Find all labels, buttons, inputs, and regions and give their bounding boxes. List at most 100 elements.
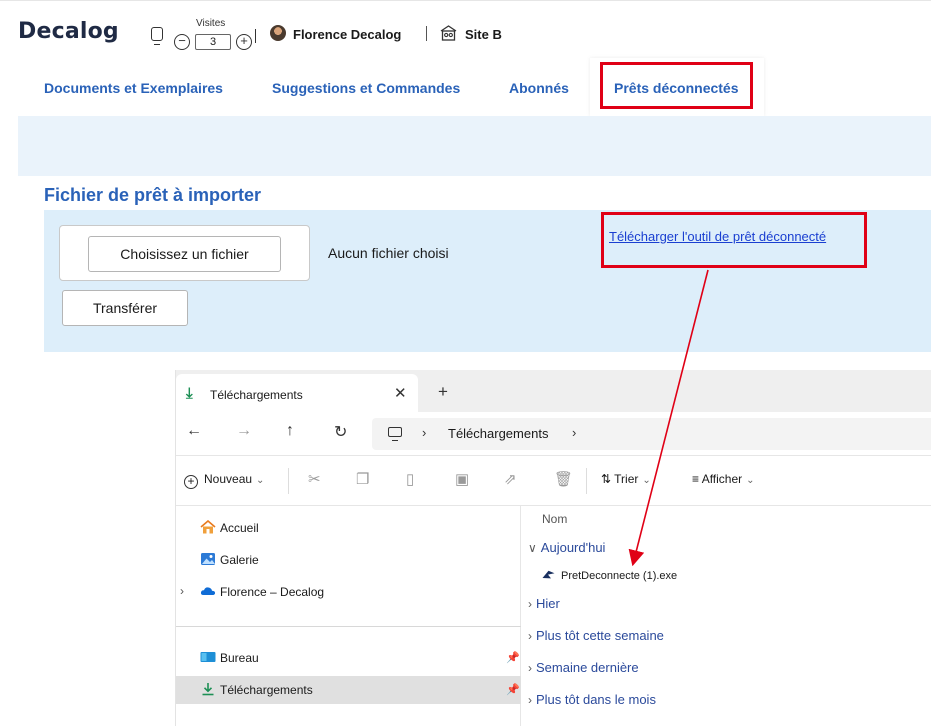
explorer-nav-pane: Accueil Galerie › Florence – Decalog Bur… (176, 506, 521, 726)
file-explorer-window: ⤓ Téléchargements ✕ + ← → ↑ ↻ › Téléchar… (175, 370, 931, 726)
view-button-label: Afficher (701, 472, 743, 486)
chevron-right-icon: › (422, 425, 427, 440)
file-row-pretdeconnecte[interactable]: PretDeconnecte (1).exe (542, 570, 677, 582)
main-tabs: Documents et Exemplaires Suggestions et … (0, 58, 931, 116)
visits-increment-button[interactable]: + (236, 34, 252, 50)
toolbar-divider (586, 468, 587, 494)
download-icon: ⤓ (186, 385, 193, 402)
group-label: Plus tôt dans le mois (536, 692, 656, 707)
group-plus-tot-dans-le-mois[interactable]: › Plus tôt dans le mois (528, 692, 656, 707)
delete-icon[interactable]: 🗑 (554, 470, 573, 488)
nav-item-label: Florence – Decalog (220, 585, 325, 599)
library-site-icon (440, 25, 457, 41)
cut-icon[interactable]: ✂ (308, 470, 321, 488)
up-arrow-icon[interactable]: ↑ (286, 422, 294, 440)
site-name[interactable]: Site B (465, 27, 502, 42)
address-path: Téléchargements (448, 426, 549, 441)
visits-count-input[interactable]: 3 (195, 34, 231, 50)
logo-text: Decalog (18, 19, 119, 44)
top-bar: Decalog Visites − 3 + Florence Decalog S… (0, 0, 931, 52)
refresh-icon[interactable]: ↻ (334, 422, 347, 442)
sort-button[interactable]: ⇅ Trier ⌄ (601, 472, 651, 486)
visits-divider (255, 29, 256, 43)
plus-circle-icon: + (184, 475, 198, 489)
toolbar-divider (288, 468, 289, 494)
tab-suggestions-commandes[interactable]: Suggestions et Commandes (272, 80, 460, 96)
chevron-right-icon: › (528, 661, 532, 675)
nav-item-label: Téléchargements (220, 683, 313, 697)
nav-pane-divider (176, 626, 521, 627)
download-icon (202, 683, 214, 696)
close-icon[interactable]: ✕ (394, 384, 407, 402)
chevron-down-icon: ∨ (528, 541, 537, 555)
tab-documents-exemplaires[interactable]: Documents et Exemplaires (44, 80, 223, 96)
transfer-button[interactable]: Transférer (62, 290, 188, 326)
chevron-right-icon: › (572, 425, 577, 440)
decalog-logo[interactable]: Decalog (18, 19, 119, 44)
visits-decrement-button[interactable]: − (174, 34, 190, 50)
explorer-tab-label: Téléchargements (210, 388, 303, 402)
nav-item-accueil[interactable]: Accueil (176, 514, 521, 542)
share-icon[interactable]: ⇗ (504, 470, 517, 488)
desktop-icon (200, 652, 216, 662)
chevron-down-icon: ⌄ (746, 475, 755, 486)
nav-item-label: Accueil (220, 521, 259, 535)
visits-counter-icon (151, 27, 163, 45)
forward-arrow-icon[interactable]: → (236, 422, 252, 440)
copy-icon[interactable]: ❐ (356, 470, 369, 488)
back-arrow-icon[interactable]: ← (186, 422, 202, 440)
column-header-name[interactable]: Nom (542, 512, 567, 526)
visits-label: Visites (196, 18, 226, 29)
explorer-address-bar: ← → ↑ ↻ › Téléchargements › (176, 412, 931, 456)
chevron-right-icon: › (528, 597, 532, 611)
group-aujourdhui[interactable]: ∨ Aujourd'hui (528, 540, 605, 555)
new-tab-icon[interactable]: + (438, 382, 448, 402)
rename-icon[interactable]: ▣ (455, 470, 469, 488)
section-title: Fichier de prêt à importer (44, 185, 262, 205)
group-label: Hier (536, 596, 560, 611)
no-file-status: Aucun fichier choisi (328, 245, 449, 261)
highlight-box-link (601, 212, 867, 268)
nav-item-telechargements[interactable]: Téléchargements 📌 (176, 676, 521, 704)
nav-item-galerie[interactable]: Galerie (176, 546, 521, 574)
cloud-icon (200, 587, 216, 595)
address-field[interactable]: › Téléchargements › (372, 418, 931, 450)
group-label: Semaine dernière (536, 660, 639, 675)
explorer-toolbar: + Nouveau ⌄ ✂ ❐ ▯ ▣ ⇗ 🗑 ⇅ Trier ⌄ ≡ Affiche… (176, 456, 931, 506)
nav-item-label: Galerie (220, 553, 259, 567)
tab-abonnes[interactable]: Abonnés (509, 80, 569, 96)
file-name: PretDeconnecte (1).exe (561, 570, 678, 582)
chevron-right-icon[interactable]: › (180, 584, 184, 598)
header-divider (426, 26, 427, 41)
explorer-tab-downloads[interactable]: ⤓ Téléchargements ✕ (176, 374, 418, 412)
user-avatar[interactable] (270, 25, 286, 41)
choose-file-button[interactable]: Choisissez un fichier (88, 236, 281, 272)
chevron-right-icon: › (528, 693, 532, 707)
chevron-down-icon: ⌄ (256, 475, 265, 486)
computer-icon (388, 427, 402, 442)
view-button[interactable]: ≡ Afficher ⌄ (692, 472, 755, 486)
chevron-right-icon: › (528, 629, 532, 643)
pin-icon[interactable]: 📌 (506, 651, 520, 664)
nav-item-label: Bureau (220, 651, 259, 665)
group-semaine-derniere[interactable]: › Semaine dernière (528, 660, 639, 675)
highlight-box-tab (600, 62, 753, 109)
content-band (18, 116, 931, 176)
explorer-files-pane: Nom ∨ Aujourd'hui PretDeconnecte (1).exe … (522, 506, 931, 726)
sort-button-label: Trier (614, 472, 639, 486)
group-label: Aujourd'hui (540, 540, 606, 555)
new-button[interactable]: + Nouveau ⌄ (184, 472, 264, 489)
home-icon (200, 520, 216, 534)
executable-file-icon (542, 570, 555, 579)
chevron-down-icon: ⌄ (642, 475, 651, 486)
nav-item-bureau[interactable]: Bureau 📌 (176, 644, 521, 672)
new-button-label: Nouveau (204, 472, 253, 486)
pin-icon[interactable]: 📌 (506, 683, 520, 696)
user-name[interactable]: Florence Decalog (293, 27, 401, 42)
nav-item-onedrive[interactable]: › Florence – Decalog (176, 578, 521, 606)
paste-icon[interactable]: ▯ (406, 470, 414, 488)
explorer-title-bar: ⤓ Téléchargements ✕ + (176, 370, 931, 412)
group-plus-tot-cette-semaine[interactable]: › Plus tôt cette semaine (528, 628, 664, 643)
group-hier[interactable]: › Hier (528, 596, 560, 611)
gallery-icon (201, 553, 215, 565)
